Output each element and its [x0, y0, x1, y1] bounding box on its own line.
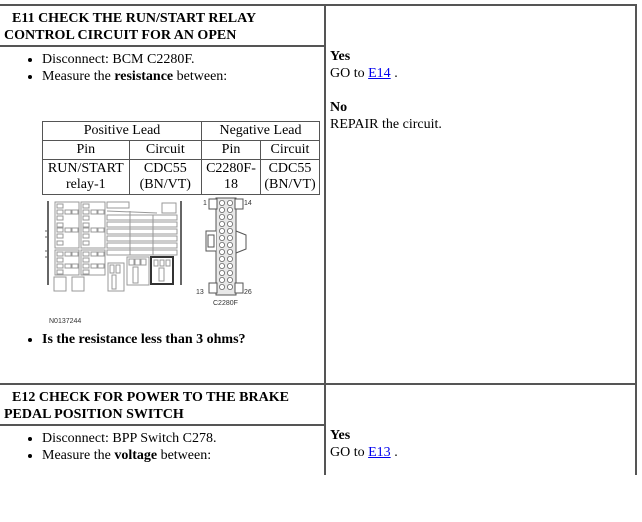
step-e12-title-line1: E12 CHECK FOR POWER TO THE BRAKE [12, 390, 289, 405]
connector-pin-cavity [218, 270, 225, 277]
connector-pin-cavity [226, 249, 233, 256]
no-label: No [330, 100, 348, 115]
connector-pin-cavity [226, 277, 233, 284]
step-e12-outcomes: Yes GO to E13 . [326, 385, 635, 475]
step-e11-instructions: E11 CHECK THE RUN/START RELAY CONTROL CI… [0, 6, 326, 383]
goto-e13-link[interactable]: E13 [368, 445, 391, 460]
table-sub-header-row: Pin Circuit Pin Circuit [42, 140, 320, 160]
connector-c2280f-icon: 1 14 13 26 C2280F [196, 197, 252, 307]
yes-action: GO to E14 . [330, 66, 398, 81]
bullet-disconnect: Disconnect: BPP Switch C278. [42, 430, 324, 447]
pin-label-14: 14 [244, 200, 252, 207]
step-e12-title: E12 CHECK FOR POWER TO THE BRAKE PEDAL P… [0, 385, 324, 426]
connector-pin-cavity [218, 235, 225, 242]
header-negative-lead: Negative Lead [201, 121, 320, 141]
resistance-measurement-table: Positive Lead Negative Lead Pin Circuit … [42, 121, 320, 195]
connector-pin-cavity [226, 228, 233, 235]
connector-pin-cavity [218, 228, 225, 235]
yes-label: Yes [330, 428, 351, 443]
yes-label: Yes [330, 49, 351, 64]
step-e12-instructions: E12 CHECK FOR POWER TO THE BRAKE PEDAL P… [0, 385, 326, 475]
figure-id: N0137244 [49, 318, 82, 325]
step-e12-title-line2: PEDAL POSITION SWITCH [4, 407, 184, 422]
cell-negative-circuit: CDC55 (BN/VT) [260, 159, 320, 195]
goto-e14-link[interactable]: E14 [368, 66, 391, 81]
step-row-e11: E11 CHECK THE RUN/START RELAY CONTROL CI… [0, 6, 635, 383]
connector-location-figure: 1 14 13 26 C2280F N0137244 • Is the resi… [42, 195, 324, 380]
step-e11-question-list: Is the resistance less than 3 ohms? [0, 331, 246, 348]
connector-pin-cavity [226, 206, 233, 213]
connector-pin-cavity [218, 220, 225, 227]
step-row-e12: E12 CHECK FOR POWER TO THE BRAKE PEDAL P… [0, 383, 635, 475]
header-circuit: Circuit [128, 140, 203, 160]
connector-pin-cavity [218, 263, 225, 270]
connector-pin-cavity [218, 242, 225, 249]
connector-pin-cavity [226, 263, 233, 270]
connector-pin-cavity [226, 235, 233, 242]
pin-label-26: 26 [244, 289, 252, 296]
bullet-measure: Measure the resistance between: [42, 68, 324, 85]
cell-positive-pin: RUN/START relay-1 [42, 159, 130, 195]
diagnostic-steps-table: E11 CHECK THE RUN/START RELAY CONTROL CI… [0, 4, 637, 475]
connector-pin-cavity [226, 284, 233, 291]
step-e12-bullets: Disconnect: BPP Switch C278. Measure the… [0, 430, 324, 464]
connector-pin-cavity [218, 213, 225, 220]
connector-pin-cavity [218, 249, 225, 256]
connector-pin-cavity [218, 200, 225, 206]
bullet-disconnect: Disconnect: BCM C2280F. [42, 51, 324, 68]
step-e11-question: Is the resistance less than 3 ohms? [42, 331, 246, 348]
connector-pin-cavity [218, 284, 225, 291]
connector-pin-cavity [226, 200, 233, 206]
step-e11-outcomes: Yes GO to E14 . No REPAIR the circuit. [326, 6, 635, 383]
no-action: REPAIR the circuit. [330, 117, 442, 132]
connector-pin-cavity [226, 256, 233, 263]
header-pin: Pin [42, 140, 130, 160]
connector-pin-cavity [226, 242, 233, 249]
pin-label-13: 13 [196, 289, 204, 296]
bullet-measure: Measure the voltage between: [42, 447, 324, 464]
table-group-header-row: Positive Lead Negative Lead [42, 121, 320, 141]
step-e11-title-line2: CONTROL CIRCUIT FOR AN OPEN [4, 28, 237, 43]
connector-pin-cavity [226, 220, 233, 227]
header-positive-lead: Positive Lead [42, 121, 202, 141]
connector-pin-cavity [218, 256, 225, 263]
header-circuit: Circuit [260, 140, 320, 160]
table-row: RUN/START relay-1 CDC55 (BN/VT) C2280F-1… [42, 159, 320, 195]
fuse-box-diagram: 1 14 13 26 C2280F [45, 197, 252, 307]
connector-pin-cavity [218, 206, 225, 213]
connector-label: C2280F [213, 300, 238, 307]
cell-negative-pin: C2280F-18 [201, 159, 261, 195]
cell-positive-circuit: CDC55 (BN/VT) [128, 159, 203, 195]
connector-pin-cavity [226, 213, 233, 220]
connector-pin-cavity [218, 277, 225, 284]
step-e11-title: E11 CHECK THE RUN/START RELAY CONTROL CI… [0, 6, 324, 47]
pin-label-1: 1 [203, 200, 207, 207]
step-e11-bullets: Disconnect: BCM C2280F. Measure the resi… [0, 51, 324, 85]
step-e11-title-line1: E11 CHECK THE RUN/START RELAY [12, 11, 257, 26]
yes-action: GO to E13 . [330, 445, 398, 460]
header-pin: Pin [201, 140, 261, 160]
connector-pin-cavity [226, 270, 233, 277]
